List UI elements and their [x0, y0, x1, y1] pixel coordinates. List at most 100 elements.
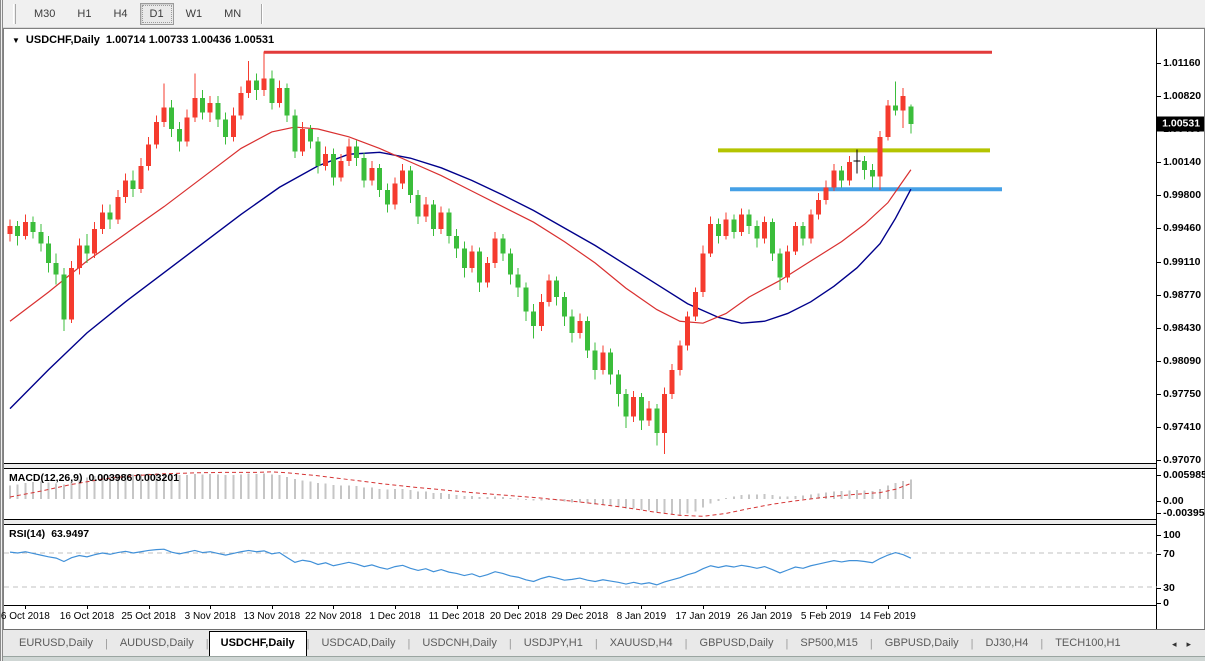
date-label: 29 Dec 2018: [551, 611, 608, 622]
axis-tick: [1157, 394, 1161, 395]
tab-tech100-h1[interactable]: TECH100,H1: [1043, 631, 1132, 656]
macd-axis-label: 0.00: [1163, 495, 1183, 507]
price-chart-panel[interactable]: ▼ USDCHF,Daily 1.00714 1.00733 1.00436 1…: [4, 29, 1156, 464]
rsi-value: 63.9497: [51, 528, 89, 540]
rsi-plot[interactable]: [4, 525, 1160, 605]
tab-eurusd-daily[interactable]: EURUSD,Daily: [7, 631, 105, 656]
axis-tick: [1157, 427, 1161, 428]
tab-dj30-h4[interactable]: DJ30,H4: [974, 631, 1041, 656]
rsi-label: RSI(14) 63.9497: [9, 528, 89, 540]
axis-tick: [1157, 513, 1161, 514]
date-tick: [457, 606, 458, 609]
axis-tick: [1157, 361, 1161, 362]
macd-axis-label: 0.005985: [1163, 469, 1205, 481]
date-tick: [210, 606, 211, 609]
date-label: 16 Oct 2018: [60, 611, 114, 622]
date-tick: [580, 606, 581, 609]
price-axis-label: 0.97070: [1163, 454, 1201, 466]
chart-ohlc-values: 1.00714 1.00733 1.00436 1.00531: [106, 34, 274, 46]
date-tick: [518, 606, 519, 609]
axis-tick: [1157, 262, 1161, 263]
rsi-axis-label: 30: [1163, 582, 1175, 594]
timeframe-buttons: M30H1H4D1W1MN: [24, 3, 253, 25]
axis-tick: [1157, 535, 1161, 536]
tab-sp500-m15[interactable]: SP500,M15: [788, 631, 869, 656]
price-axis-label: 0.99460: [1163, 222, 1201, 234]
macd-panel[interactable]: MACD(12,26,9) 0.003986 0.003201: [4, 468, 1156, 520]
date-label: 13 Nov 2018: [243, 611, 300, 622]
tab-usdchf-daily[interactable]: USDCHF,Daily: [209, 631, 307, 656]
toolbar-grip[interactable]: [13, 4, 16, 24]
rsi-axis-label: 100: [1163, 529, 1181, 541]
axis-tick: [1157, 603, 1161, 604]
rsi-panel[interactable]: RSI(14) 63.9497: [4, 524, 1156, 606]
date-label: 22 Nov 2018: [305, 611, 362, 622]
toolbar-separator: [261, 4, 263, 24]
timeframe-button-d1[interactable]: D1: [140, 3, 174, 25]
tab-usdjpy-h1[interactable]: USDJPY,H1: [512, 631, 595, 656]
tab-audusd-daily[interactable]: AUDUSD,Daily: [108, 631, 206, 656]
date-tick: [888, 606, 889, 609]
date-axis: 6 Oct 2018 16 Oct 2018 25 Oct 2018 3 Nov 20…: [4, 606, 1156, 628]
chart-tab-bar: EURUSD,Daily|AUDUSD,Daily|USDCHF,Daily|U…: [3, 629, 1205, 656]
timeframe-button-m30[interactable]: M30: [24, 3, 65, 25]
rsi-line: [10, 549, 911, 585]
chart-window: ▼ USDCHF,Daily 1.00714 1.00733 1.00436 1…: [3, 28, 1205, 629]
timeframe-button-w1[interactable]: W1: [176, 3, 213, 25]
price-axis-label: 0.98090: [1163, 355, 1201, 367]
tab-scroll-arrows: ◂ ▸: [1168, 639, 1201, 656]
tab-xauusd-h4[interactable]: XAUUSD,H4: [598, 631, 685, 656]
axis-tick: [1157, 328, 1161, 329]
current-price-badge: 1.00531: [1157, 117, 1204, 132]
date-label: 6 Oct 2018: [1, 611, 50, 622]
axis-tick: [1157, 588, 1161, 589]
tab-scroll-left-icon[interactable]: ◂: [1172, 639, 1177, 650]
chart-dropdown-icon[interactable]: ▼: [12, 36, 20, 45]
axis-tick: [1157, 195, 1161, 196]
tab-gbpusd-daily[interactable]: GBPUSD,Daily: [873, 631, 971, 656]
price-axis-label: 0.97410: [1163, 421, 1201, 433]
axis-tick: [1157, 554, 1161, 555]
date-tick: [641, 606, 642, 609]
price-axis-label: 1.00140: [1163, 156, 1201, 168]
ma-fast-line: [10, 127, 911, 323]
timeframe-button-h4[interactable]: H4: [103, 3, 137, 25]
date-label: 26 Jan 2019: [737, 611, 792, 622]
horizontal-level-lines: [264, 52, 1002, 189]
date-label: 11 Dec 2018: [429, 611, 485, 622]
date-label: 3 Nov 2018: [185, 611, 236, 622]
date-tick: [333, 606, 334, 609]
axis-tick: [1157, 162, 1161, 163]
price-axis-label: 1.01160: [1163, 57, 1200, 69]
candles: [8, 51, 914, 454]
date-label: 8 Jan 2019: [617, 611, 667, 622]
date-tick: [87, 606, 88, 609]
date-label: 5 Feb 2019: [801, 611, 852, 622]
timeframe-button-mn[interactable]: MN: [214, 3, 251, 25]
axis-tick: [1157, 501, 1161, 502]
chart-title: ▼ USDCHF,Daily 1.00714 1.00733 1.00436 1…: [12, 34, 274, 46]
tab-gbpusd-daily[interactable]: GBPUSD,Daily: [688, 631, 786, 656]
tab-usdcad-daily[interactable]: USDCAD,Daily: [309, 631, 407, 656]
date-tick: [703, 606, 704, 609]
date-tick: [149, 606, 150, 609]
date-tick: [395, 606, 396, 609]
timeframe-button-h1[interactable]: H1: [67, 3, 101, 25]
chart-symbol-label: USDCHF,Daily: [26, 34, 100, 46]
rsi-axis-label: 0: [1163, 597, 1169, 609]
price-axis-label: 0.97750: [1163, 388, 1201, 400]
chart-plots: ▼ USDCHF,Daily 1.00714 1.00733 1.00436 1…: [4, 29, 1157, 629]
timeframe-toolbar: M30H1H4D1W1MN: [3, 0, 1205, 28]
price-axis-label: 1.00820: [1163, 90, 1201, 102]
tab-usdcnh-daily[interactable]: USDCNH,Daily: [410, 631, 509, 656]
axis-tick: [1157, 295, 1161, 296]
tab-scroll-right-icon[interactable]: ▸: [1186, 639, 1191, 650]
macd-values: 0.003986 0.003201: [89, 472, 180, 484]
axis-tick: [1157, 228, 1161, 229]
axis-tick: [1157, 96, 1161, 97]
rsi-axis-label: 70: [1163, 548, 1175, 560]
candlestick-chart[interactable]: [4, 29, 1160, 464]
date-tick: [272, 606, 273, 609]
date-label: 25 Oct 2018: [121, 611, 175, 622]
axis-tick: [1157, 460, 1161, 461]
